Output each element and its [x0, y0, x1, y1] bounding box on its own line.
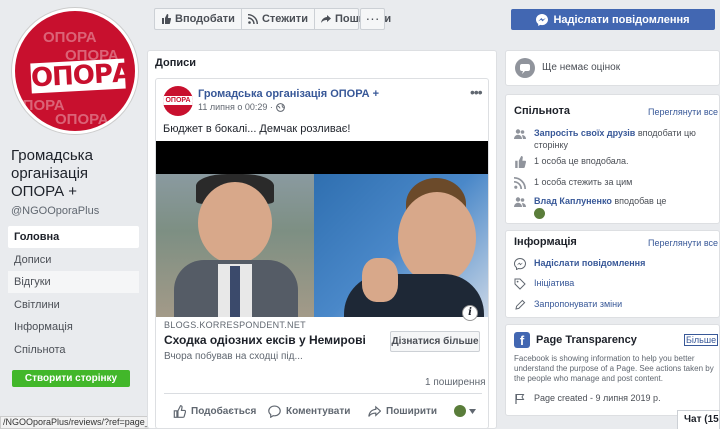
- post-time-text: 11 липня о 00:29 ·: [198, 102, 273, 112]
- nav-item-about[interactable]: Інформація: [8, 316, 139, 338]
- send-message-button[interactable]: Надіслати повідомлення: [511, 9, 715, 30]
- share-count[interactable]: 1 поширення: [425, 377, 486, 388]
- post-divider: [164, 393, 482, 394]
- photo-left: [156, 174, 314, 317]
- thumbs-up-icon: [515, 156, 526, 168]
- post-options-icon[interactable]: •••: [470, 84, 483, 100]
- post-reaction-bar: Подобається Коментувати Поширити: [156, 398, 488, 424]
- follow-page-button[interactable]: Стежити: [242, 9, 315, 29]
- like-post-label: Подобається: [191, 405, 257, 417]
- invite-friends-row: Запросіть своїх друзів вподобати цю стор…: [514, 127, 714, 151]
- send-message-label: Надіслати повідомлення: [553, 13, 690, 26]
- likes-count: 1 особа це вподобала.: [534, 156, 629, 166]
- link-title[interactable]: Сходка одіозних ексів у Немирові: [164, 333, 366, 347]
- page-created-row: Page created - 9 липня 2019 р.: [514, 392, 661, 405]
- post-author-avatar[interactable]: ОПОРА: [163, 86, 193, 116]
- thumbs-up-icon: [162, 14, 171, 24]
- friend-avatar[interactable]: [534, 208, 545, 219]
- share-post-button[interactable]: Поширити: [368, 405, 437, 418]
- info-panel: Інформація Переглянути все Надіслати пов…: [505, 230, 720, 318]
- chat-tab[interactable]: Чат (153): [677, 410, 720, 429]
- likes-count-row: 1 особа це вподобала.: [514, 155, 629, 168]
- nav-item-photos[interactable]: Світлини: [8, 294, 139, 316]
- like-page-button[interactable]: Вподобати: [155, 9, 242, 29]
- info-category-link[interactable]: Ініціатива: [534, 277, 574, 289]
- flag-icon: [515, 394, 525, 404]
- more-options-button[interactable]: ···: [360, 8, 385, 30]
- avatar-logo-text: ОПОРА: [163, 96, 193, 105]
- thumbs-up-icon: [173, 404, 186, 418]
- rating-text: Ще немає оцінок: [542, 62, 621, 73]
- chevron-down-icon: [469, 408, 476, 414]
- info-see-all-link[interactable]: Переглянути все: [648, 238, 718, 248]
- nav-item-reviews[interactable]: Відгуки: [8, 271, 139, 293]
- globe-icon: [275, 102, 285, 112]
- link-description: Вчора побував на сходці під...: [164, 351, 303, 362]
- comment-button[interactable]: Коментувати: [268, 404, 351, 418]
- create-page-button[interactable]: Створити сторінку: [12, 370, 130, 387]
- comment-label: Коментувати: [286, 405, 351, 417]
- nav-item-posts[interactable]: Дописи: [8, 249, 139, 271]
- page-title[interactable]: Громадська організація ОПОРА +: [11, 147, 141, 201]
- follows-count-row: 1 особа стежить за цим: [514, 176, 632, 189]
- share-icon: [320, 15, 331, 23]
- link-domain: BLOGS.KORRESPONDENT.NET: [164, 320, 306, 330]
- transparency-panel: f Page Transparency Більше Facebook is s…: [505, 324, 720, 416]
- pencil-icon: [515, 299, 526, 310]
- info-send-message-link[interactable]: Надіслати повідомлення: [534, 257, 645, 269]
- transparency-more-link[interactable]: Більше: [684, 334, 719, 346]
- community-panel: Спільнота Переглянути все Запросіть свої…: [505, 94, 720, 224]
- transparency-description: Facebook is showing information to help …: [514, 354, 714, 383]
- follows-count: 1 особа стежить за цим: [534, 177, 633, 187]
- logo-watermark: ОПОРА: [55, 111, 109, 128]
- messenger-icon: [514, 258, 526, 270]
- invite-friends-link[interactable]: Запросіть своїх друзів: [534, 128, 635, 138]
- share-post-label: Поширити: [386, 405, 438, 417]
- logo-watermark: ОПОРА: [43, 29, 97, 46]
- comment-icon: [268, 404, 281, 418]
- rss-icon: [514, 177, 526, 189]
- post-author-name[interactable]: Громадська організація ОПОРА +: [198, 88, 379, 100]
- page-created-text: Page created - 9 липня 2019 р.: [534, 393, 661, 403]
- info-message-row: Надіслати повідомлення: [514, 257, 645, 270]
- friend-name-link[interactable]: Влад Каплуненко: [534, 196, 612, 206]
- people-icon: [514, 129, 526, 139]
- learn-more-button[interactable]: Дізнатися більше: [390, 331, 480, 352]
- nav-item-community[interactable]: Спільнота: [8, 339, 139, 361]
- facebook-icon: f: [514, 332, 530, 348]
- opora-logo: ОПОРА: [30, 58, 132, 94]
- post-as-selector[interactable]: [454, 405, 476, 417]
- user-avatar: [454, 405, 466, 417]
- transparency-title: Page Transparency: [536, 334, 637, 346]
- info-category-row: Ініціатива: [514, 277, 574, 290]
- link-preview-image[interactable]: [156, 141, 488, 317]
- post-text: Бюджет в бокалі... Демчак розливає!: [163, 123, 351, 135]
- info-suggest-row: Запропонувати зміни: [514, 298, 622, 311]
- page-nav: Головна Дописи Відгуки Світлини Інформац…: [8, 226, 139, 361]
- posts-section-title: Дописи: [155, 57, 196, 69]
- photo-right: [314, 174, 488, 317]
- friend-likes-rest: вподобав це: [611, 196, 667, 206]
- nav-item-home[interactable]: Головна: [8, 226, 139, 248]
- page-action-bar: Вподобати Стежити Поширити: [154, 8, 391, 30]
- people-icon: [514, 197, 526, 207]
- info-icon[interactable]: i: [462, 305, 478, 321]
- page-profile-picture[interactable]: ОПОРА ОПОРА ОПОРА ОПОРА ОПОРА: [12, 8, 138, 134]
- post-timestamp[interactable]: 11 липня о 00:29 ·: [198, 102, 285, 112]
- community-title: Спільнота: [514, 105, 570, 117]
- info-title: Інформація: [514, 236, 577, 248]
- suggest-edits-link[interactable]: Запропонувати зміни: [534, 298, 622, 310]
- like-post-button[interactable]: Подобається: [173, 404, 257, 418]
- page-handle[interactable]: @NGOOporaPlus: [11, 205, 99, 217]
- share-icon: [368, 405, 381, 417]
- follow-page-label: Стежити: [261, 13, 308, 25]
- community-see-all-link[interactable]: Переглянути все: [648, 107, 718, 117]
- status-bar-url: /NGOOporaPlus/reviews/?ref=page_internal: [0, 416, 160, 429]
- tag-icon: [514, 278, 526, 290]
- review-icon: [515, 58, 535, 78]
- friend-likes-row: Влад Каплуненко вподобав це: [514, 195, 714, 208]
- messenger-icon: [536, 13, 549, 26]
- like-page-label: Вподобати: [175, 13, 235, 25]
- rss-icon: [247, 14, 258, 24]
